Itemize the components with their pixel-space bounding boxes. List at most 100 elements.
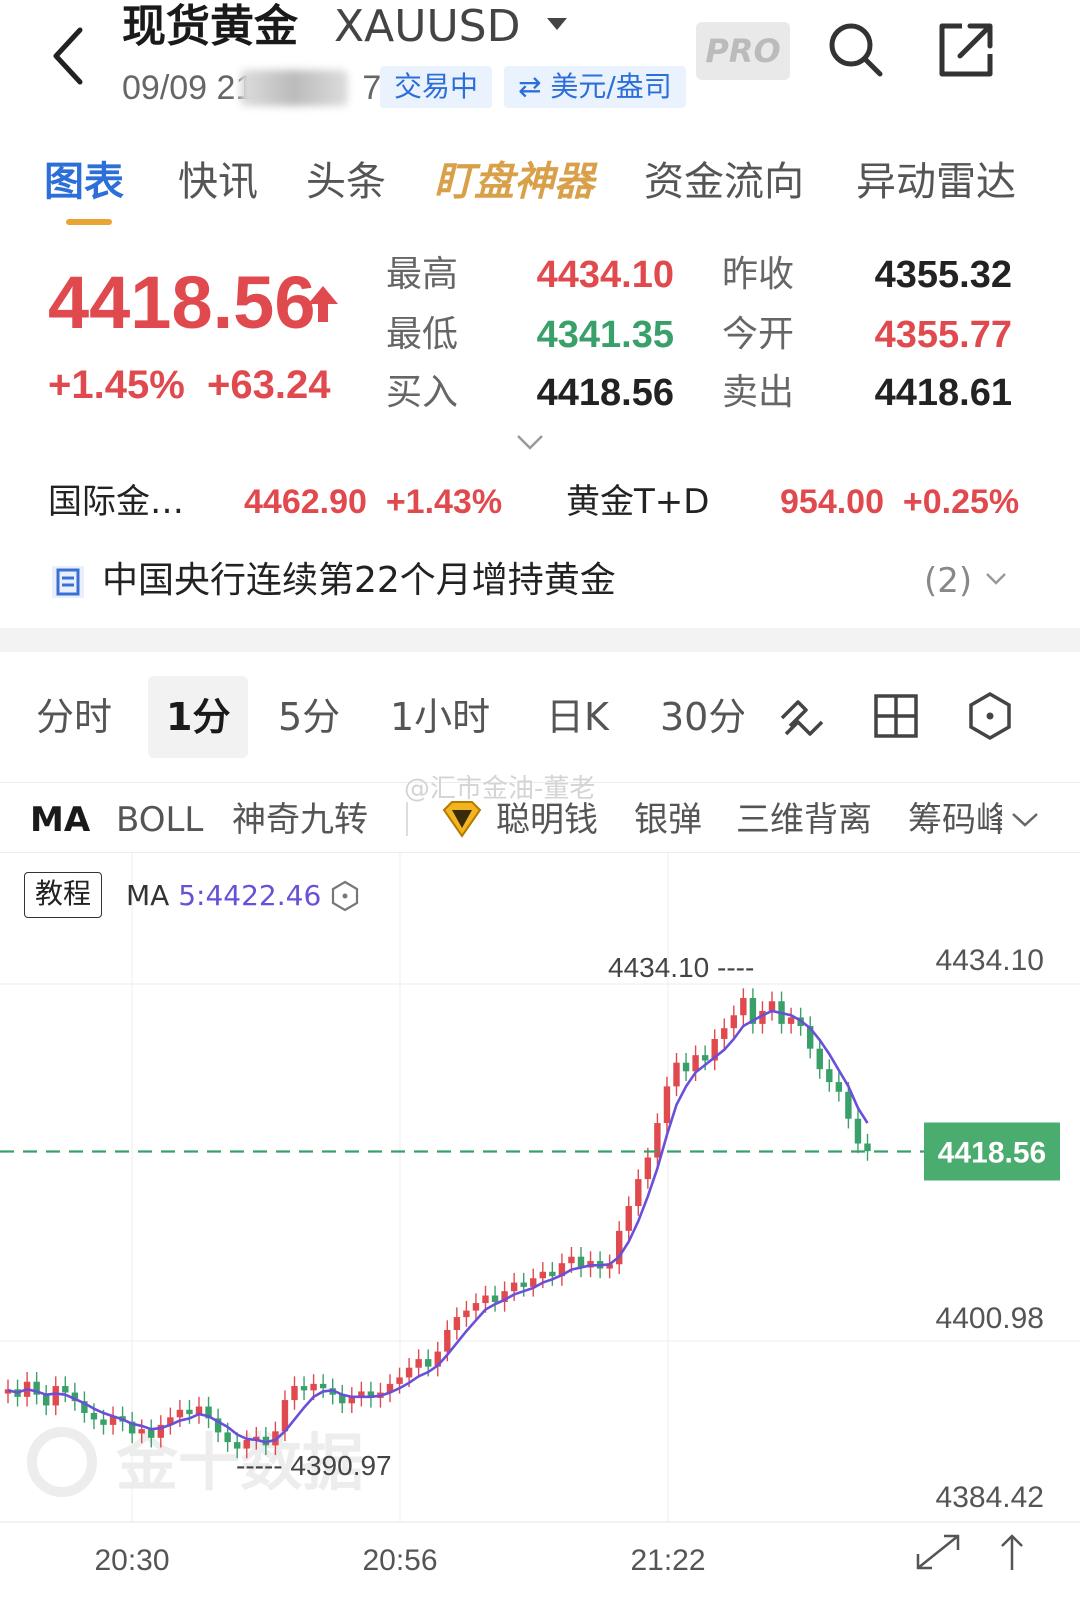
stat-value-low: 4341.35 (536, 314, 674, 356)
timeframe-5min[interactable]: 5分 (278, 690, 340, 744)
stat-value-high: 4434.10 (536, 254, 674, 296)
chevron-down-icon[interactable] (514, 432, 546, 452)
related-gold-td-change: +0.25% (902, 483, 1020, 521)
candle-body (52, 1386, 59, 1406)
related-name-gold-td[interactable]: 黄金T+D (566, 478, 709, 526)
share-icon[interactable] (934, 18, 998, 82)
candle-body (425, 1359, 432, 1367)
ma-value: 5:4422.46 (178, 879, 322, 912)
y-tick-label: 4384.42 (936, 1481, 1044, 1514)
timeframe-30min[interactable]: 30分 (660, 690, 744, 744)
candle-body (816, 1048, 823, 1070)
scroll-up-icon[interactable] (1001, 1534, 1023, 1570)
caret-down-icon[interactable] (545, 14, 569, 34)
related-gold-td-quote: 954.00 +0.25% (780, 478, 1019, 526)
symbol-selector[interactable]: XAUUSD (334, 0, 520, 54)
candle-body (405, 1367, 413, 1378)
candle-body (730, 1015, 737, 1029)
high-annotation: 4434.10 ---- (608, 952, 754, 983)
candle-body (787, 1017, 795, 1024)
settings-hex-icon[interactable] (964, 690, 1016, 742)
candle-body (62, 1386, 69, 1393)
candle-body (854, 1118, 862, 1144)
page-title: 现货黄金 (122, 1, 298, 52)
timeframe-1min[interactable]: 1分 (166, 690, 230, 744)
candle-body (291, 1386, 298, 1401)
candle-body (234, 1442, 241, 1449)
ma5-line (7, 1009, 869, 1444)
news-icon (52, 566, 84, 598)
tab-chart[interactable]: 图表 (44, 150, 124, 214)
news-count[interactable]: (2) (924, 556, 972, 606)
tab-radar[interactable]: 异动雷达 (856, 150, 1016, 214)
search-icon[interactable] (824, 18, 886, 80)
low-annotation: ----- 4390.97 (236, 1450, 392, 1481)
candle-body (826, 1069, 833, 1083)
tab-fund-flow[interactable]: 资金流向 (644, 150, 804, 214)
change-absolute: +63.24 (207, 363, 331, 407)
datetime-visible: 09/09 21 (122, 69, 255, 107)
candle-body (100, 1419, 107, 1425)
diamond-icon (442, 801, 482, 838)
ma-prefix: MA (126, 879, 170, 912)
related-intl-gold-value: 4462.90 (244, 483, 367, 521)
related-intl-gold-quote: 4462.90 +1.43% (244, 478, 502, 526)
candle-body (549, 1271, 556, 1277)
news-headline[interactable]: 中国央行连续第22个月增持黄金 (102, 556, 616, 606)
candle-body (835, 1082, 843, 1092)
current-price-label: 4418.56 (938, 1137, 1046, 1170)
unit-toggle[interactable]: ⇄ 美元/盎司 (504, 66, 686, 108)
back-arrow-icon[interactable] (40, 20, 100, 90)
main-tabs: 图表 快讯 头条 盯盘神器 资金流向 异动雷达 (0, 150, 1080, 220)
fullscreen-icon[interactable] (916, 1534, 960, 1570)
candle-body (138, 1429, 145, 1434)
indicator-chip-peak[interactable]: 筹码峰 (908, 796, 1002, 844)
related-gold-td-value: 954.00 (780, 483, 884, 521)
stat-value-bid: 4418.56 (536, 372, 674, 414)
up-arrow-icon (308, 286, 338, 322)
candle-body (90, 1413, 98, 1420)
candle-body (186, 1409, 193, 1415)
indicator-ma[interactable]: MA (30, 796, 90, 844)
candle-body (243, 1439, 250, 1449)
related-name-intl-gold[interactable]: 国际金… (48, 478, 184, 526)
candle-body (415, 1359, 422, 1368)
draw-tool-icon[interactable] (776, 690, 828, 742)
timeframe-tick[interactable]: 分时 (36, 690, 112, 744)
x-tick-label: 21:22 (630, 1544, 705, 1577)
stat-label-ask: 卖出 (722, 372, 795, 413)
candle-body (396, 1377, 403, 1384)
candle-body (539, 1271, 546, 1279)
candle-body (721, 1028, 728, 1039)
stat-value-ask: 4418.61 (874, 372, 1012, 414)
stat-label-low: 最低 (386, 314, 459, 355)
timeframe-1hour[interactable]: 1小时 (390, 690, 490, 744)
x-tick-label: 20:30 (94, 1544, 169, 1577)
indicator-silver-bullet[interactable]: 银弹 (634, 796, 702, 844)
indicator-divergence[interactable]: 三维背离 (736, 796, 872, 844)
chevron-down-icon[interactable] (1010, 810, 1040, 830)
candle-body (740, 998, 747, 1016)
candle-body (224, 1432, 231, 1443)
indicator-td9[interactable]: 神奇九转 (232, 796, 368, 844)
tab-headlines[interactable]: 头条 (306, 150, 386, 214)
layout-grid-icon[interactable] (870, 690, 922, 742)
stat-label-open: 今开 (722, 314, 795, 355)
candlestick-chart[interactable]: 金十数据4418.564434.10 --------- 4390.974434… (0, 852, 1080, 1597)
indicator-smart-money[interactable]: 聪明钱 (496, 796, 598, 844)
indicator-settings-icon[interactable] (330, 880, 360, 912)
candle-body (510, 1282, 518, 1292)
datetime-tail: 7 (362, 69, 382, 107)
tab-monitor[interactable]: 盯盘神器 (434, 150, 594, 214)
candle-body (520, 1282, 527, 1287)
candle-body (635, 1179, 642, 1207)
pro-button[interactable]: PRO (696, 22, 790, 80)
timeframe-daily[interactable]: 日K (546, 690, 609, 744)
candle-body (310, 1383, 317, 1391)
tab-flash[interactable]: 快讯 (178, 150, 258, 214)
indicator-boll[interactable]: BOLL (116, 796, 203, 844)
tutorial-button[interactable]: 教程 (24, 872, 102, 918)
candle-body (300, 1386, 308, 1391)
section-divider (0, 628, 1080, 652)
chevron-down-icon[interactable] (984, 570, 1008, 588)
